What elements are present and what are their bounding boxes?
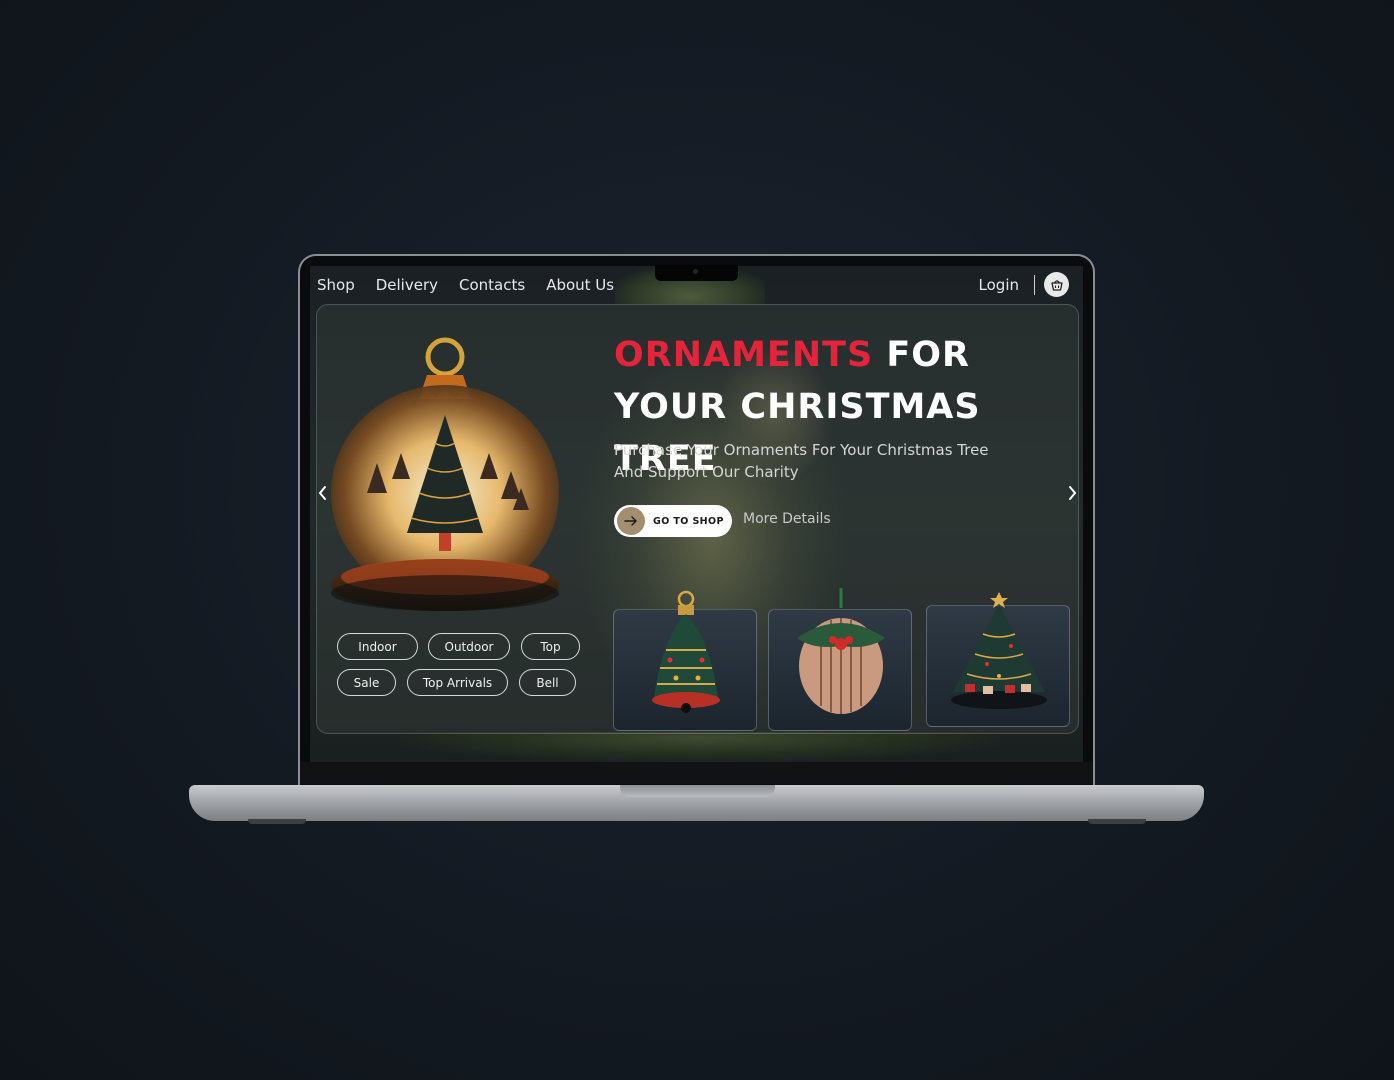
more-details-link[interactable]: More Details xyxy=(743,511,831,527)
hero-subtitle: Purchase Your Ornaments For Your Christm… xyxy=(614,441,989,481)
nav-shop[interactable]: Shop xyxy=(317,276,355,294)
login-link[interactable]: Login xyxy=(979,276,1019,294)
go-to-shop-label: GO TO SHOP xyxy=(653,515,724,527)
nav-right: Login xyxy=(979,272,1069,297)
snow-globe-image xyxy=(331,337,559,611)
product-card-ball[interactable] xyxy=(768,588,912,731)
cart-button[interactable] xyxy=(1044,272,1069,297)
nav-contacts[interactable]: Contacts xyxy=(459,276,525,294)
basket-icon xyxy=(1050,279,1063,291)
hero-title-line1: FOR xyxy=(873,335,971,375)
tag-top-arrivals[interactable]: Top Arrivals xyxy=(407,669,508,696)
background-tree-bottom xyxy=(400,732,1000,762)
nav-delivery[interactable]: Delivery xyxy=(376,276,438,294)
camera-notch xyxy=(655,265,738,281)
nav-divider xyxy=(1034,274,1035,295)
tree-ornament-image xyxy=(951,592,1047,709)
tag-bell[interactable]: Bell xyxy=(519,669,576,696)
chevron-right-icon[interactable] xyxy=(1065,483,1079,503)
product-card-bell[interactable] xyxy=(613,590,757,731)
laptop-foot-left xyxy=(248,819,306,824)
tag-top[interactable]: Top xyxy=(521,633,580,660)
tag-sale[interactable]: Sale xyxy=(337,669,396,696)
hero-title-highlight: ORNAMENTS xyxy=(614,335,874,375)
hero-panel: ORNAMENTS FOR YOUR CHRISTMAS TREE Purcha… xyxy=(316,304,1079,734)
product-card-tree[interactable] xyxy=(926,592,1070,727)
chevron-left-icon[interactable] xyxy=(316,483,330,503)
tag-outdoor[interactable]: Outdoor xyxy=(428,633,510,660)
screen: Shop Delivery Contacts About Us Login OR… xyxy=(310,266,1083,762)
bell-ornament-image xyxy=(652,590,720,713)
laptop-base-lip xyxy=(620,785,775,797)
camera-icon xyxy=(693,269,698,274)
laptop-bottom-bezel xyxy=(300,762,1093,784)
tag-indoor[interactable]: Indoor xyxy=(337,633,418,660)
go-to-shop-button[interactable]: GO TO SHOP xyxy=(614,505,732,537)
laptop-foot-right xyxy=(1088,819,1146,824)
ball-ornament-image xyxy=(797,588,885,714)
arrow-right-icon xyxy=(617,507,645,535)
nav-about-us[interactable]: About Us xyxy=(546,276,614,294)
